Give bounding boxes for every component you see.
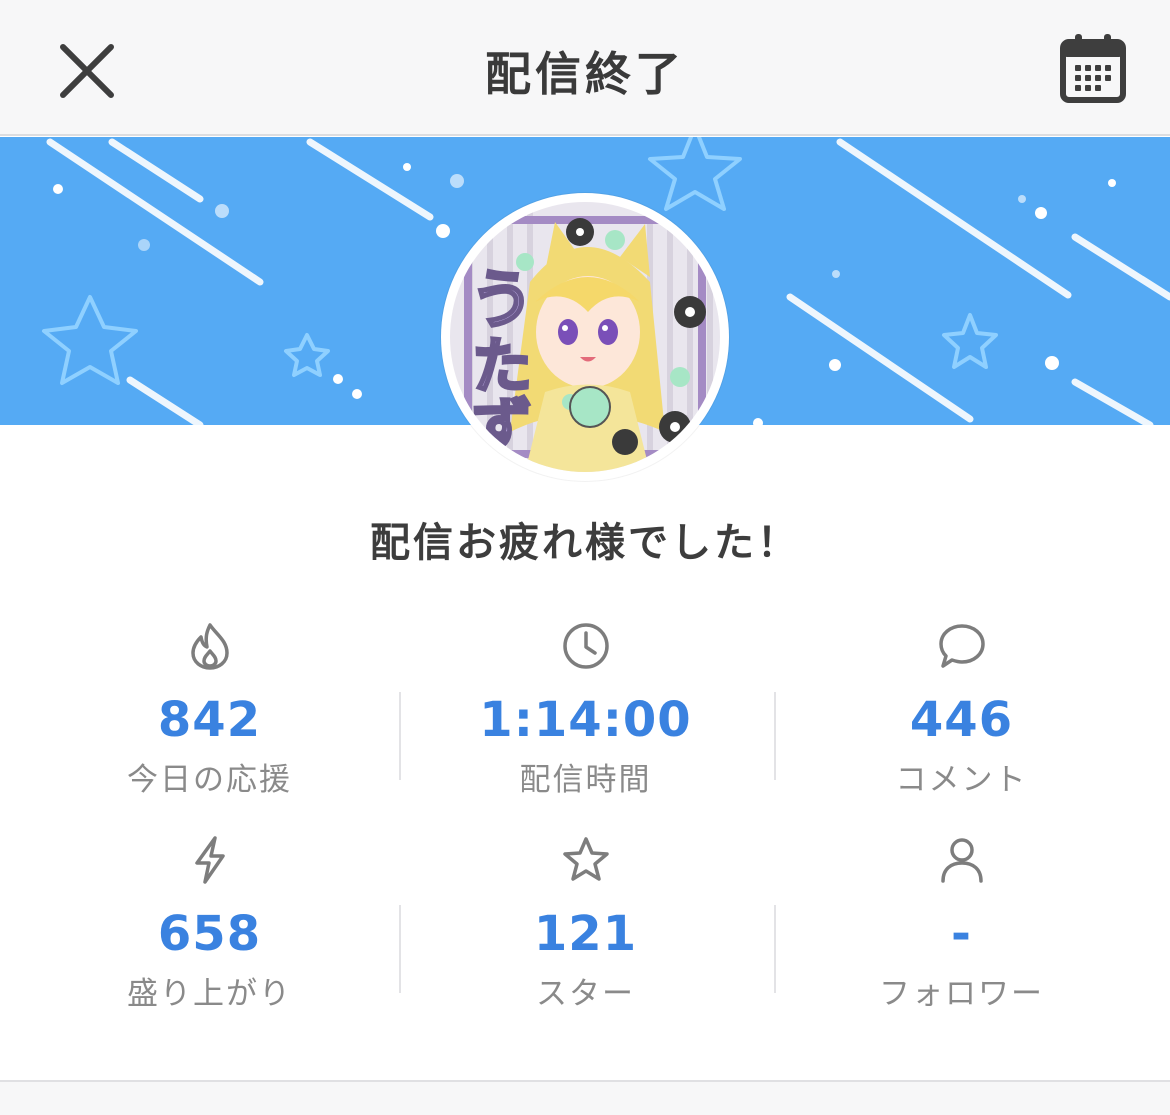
stat-label: 今日の応援 [127, 762, 292, 798]
bottom-bar [0, 1080, 1170, 1115]
stat-label: 配信時間 [519, 762, 652, 798]
stat-label: コメント [895, 762, 1028, 798]
stat-label: 盛り上がり [127, 976, 292, 1012]
stat-value: 658 [157, 906, 262, 962]
stat-value: 842 [157, 692, 262, 748]
clock-icon [563, 623, 609, 669]
stat-label: スター [536, 976, 635, 1012]
stat-excitement: 658 盛り上がり [22, 824, 397, 1024]
star-icon [563, 837, 609, 881]
stat-value: 121 [533, 906, 638, 962]
avatar[interactable]: う た ず [441, 193, 729, 481]
stream-ended-screen: 配信終了 う た ず 配信お疲れ様でした！ 842 今日の応援 1:14:00 … [0, 0, 1170, 1115]
stat-followers: - フォロワー [774, 824, 1149, 1024]
page-title: 配信終了 [485, 47, 685, 101]
top-bar: 配信終了 [0, 0, 1170, 136]
completion-message: 配信お疲れ様でした！ [370, 520, 800, 566]
svg-text:う: う [470, 264, 534, 338]
person-icon [941, 838, 983, 883]
svg-text:ず: ず [472, 392, 532, 462]
lightning-icon [195, 836, 225, 884]
stat-value: 1:14:00 [479, 692, 692, 748]
stat-value: - [951, 906, 972, 962]
stat-label: フォロワー [879, 976, 1044, 1012]
calendar-button[interactable] [1056, 30, 1130, 106]
stat-duration: 1:14:00 配信時間 [398, 610, 773, 810]
speech-bubble-icon [939, 624, 985, 668]
stats-grid: 842 今日の応援 1:14:00 配信時間 446 コメント 658 盛り上が… [22, 600, 1148, 1020]
avatar-image: う た ず [450, 202, 720, 472]
stat-value: 446 [909, 692, 1014, 748]
calendar-icon [1060, 34, 1126, 103]
flame-icon [191, 623, 229, 670]
stat-comments: 446 コメント [774, 610, 1149, 810]
stat-support: 842 今日の応援 [22, 610, 397, 810]
stat-stars: 121 スター [398, 824, 773, 1024]
